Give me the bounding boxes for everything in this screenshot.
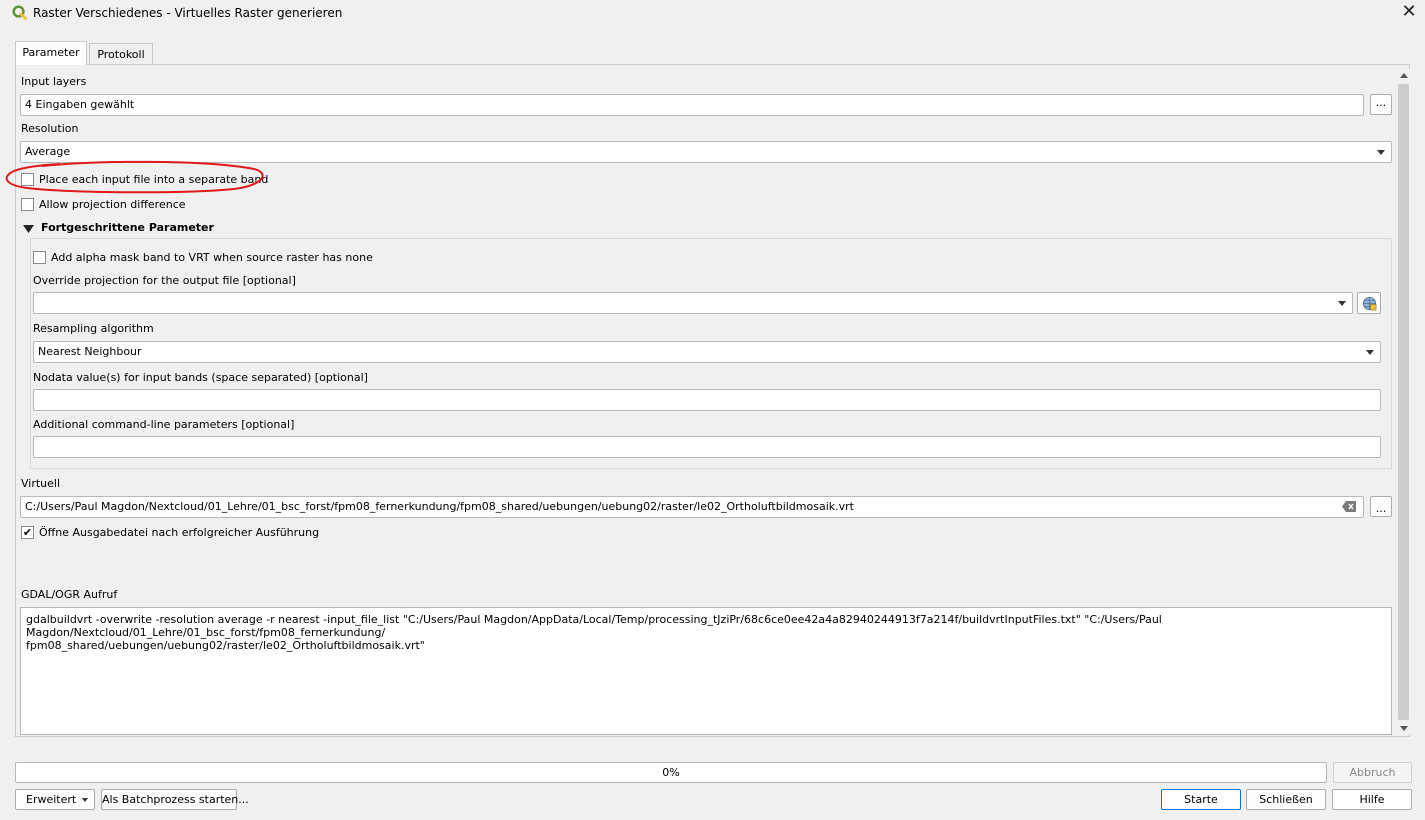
resolution-value: Average <box>25 145 71 158</box>
input-layers-browse-button[interactable]: ... <box>1370 94 1392 115</box>
chevron-down-icon <box>1338 301 1346 306</box>
separate-band-checkbox[interactable] <box>21 173 34 186</box>
help-button[interactable]: Hilfe <box>1332 789 1412 810</box>
batch-process-button[interactable]: Als Batchprozess starten... <box>101 789 249 810</box>
allow-projection-checkbox[interactable] <box>21 198 34 211</box>
crs-selector-button[interactable] <box>1357 292 1381 314</box>
qgis-logo-icon <box>12 5 27 20</box>
output-label: Virtuell <box>21 477 61 490</box>
open-after-label: Öffne Ausgabedatei nach erfolgreicher Au… <box>39 526 320 539</box>
progress-bar: 0% <box>15 762 1327 783</box>
advanced-menu-label: Erweitert <box>26 793 77 806</box>
collapse-triangle-icon[interactable] <box>23 225 34 234</box>
nodata-input[interactable] <box>33 389 1381 411</box>
gdal-call-label: GDAL/OGR Aufruf <box>21 588 118 601</box>
clear-field-icon[interactable] <box>1342 501 1356 512</box>
extra-params-label: Additional command-line parameters [opti… <box>33 418 295 431</box>
resampling-value: Nearest Neighbour <box>38 345 142 358</box>
input-layers-label: Input layers <box>21 75 87 88</box>
resolution-label: Resolution <box>21 122 79 135</box>
scrollbar-thumb[interactable] <box>1398 84 1409 720</box>
scroll-up-icon[interactable] <box>1400 73 1408 78</box>
globe-icon <box>1362 296 1376 311</box>
open-after-checkbox[interactable]: ✔ <box>21 526 34 539</box>
run-button[interactable]: Starte <box>1161 789 1241 810</box>
override-projection-label: Override projection for the output file … <box>33 274 296 287</box>
override-projection-select[interactable] <box>33 292 1353 314</box>
scroll-down-icon[interactable] <box>1400 726 1408 731</box>
close-button[interactable]: Schließen <box>1246 789 1326 810</box>
alpha-mask-checkbox[interactable] <box>33 251 46 264</box>
alpha-mask-label: Add alpha mask band to VRT when source r… <box>51 251 373 264</box>
separate-band-label: Place each input file into a separate ba… <box>39 173 269 186</box>
chevron-down-icon <box>1377 150 1385 155</box>
cancel-button[interactable]: Abbruch <box>1333 762 1412 783</box>
advanced-menu-button[interactable]: Erweitert <box>15 789 95 810</box>
resampling-select[interactable]: Nearest Neighbour <box>33 341 1381 363</box>
allow-projection-label: Allow projection difference <box>39 198 186 211</box>
resampling-label: Resampling algorithm <box>33 322 154 335</box>
window-title: Raster Verschiedenes - Virtuelles Raster… <box>33 6 343 20</box>
input-layers-field[interactable]: 4 Eingaben gewählt <box>20 94 1364 116</box>
extra-params-input[interactable] <box>33 436 1381 458</box>
nodata-label: Nodata value(s) for input bands (space s… <box>33 371 368 384</box>
advanced-parameters-header[interactable]: Fortgeschrittene Parameter <box>41 221 214 234</box>
tab-parameter[interactable]: Parameter <box>15 41 87 65</box>
output-path-field[interactable]: C:/Users/Paul Magdon/Nextcloud/01_Lehre/… <box>20 496 1364 518</box>
gdal-command-textarea[interactable]: gdalbuildvrt -overwrite -resolution aver… <box>20 607 1392 735</box>
tab-protokoll[interactable]: Protokoll <box>89 43 153 65</box>
close-window-button[interactable]: ✕ <box>1396 2 1422 24</box>
chevron-down-icon <box>1366 350 1374 355</box>
output-browse-button[interactable]: ... <box>1370 496 1392 517</box>
resolution-select[interactable]: Average <box>20 141 1392 163</box>
chevron-down-icon <box>82 798 88 802</box>
